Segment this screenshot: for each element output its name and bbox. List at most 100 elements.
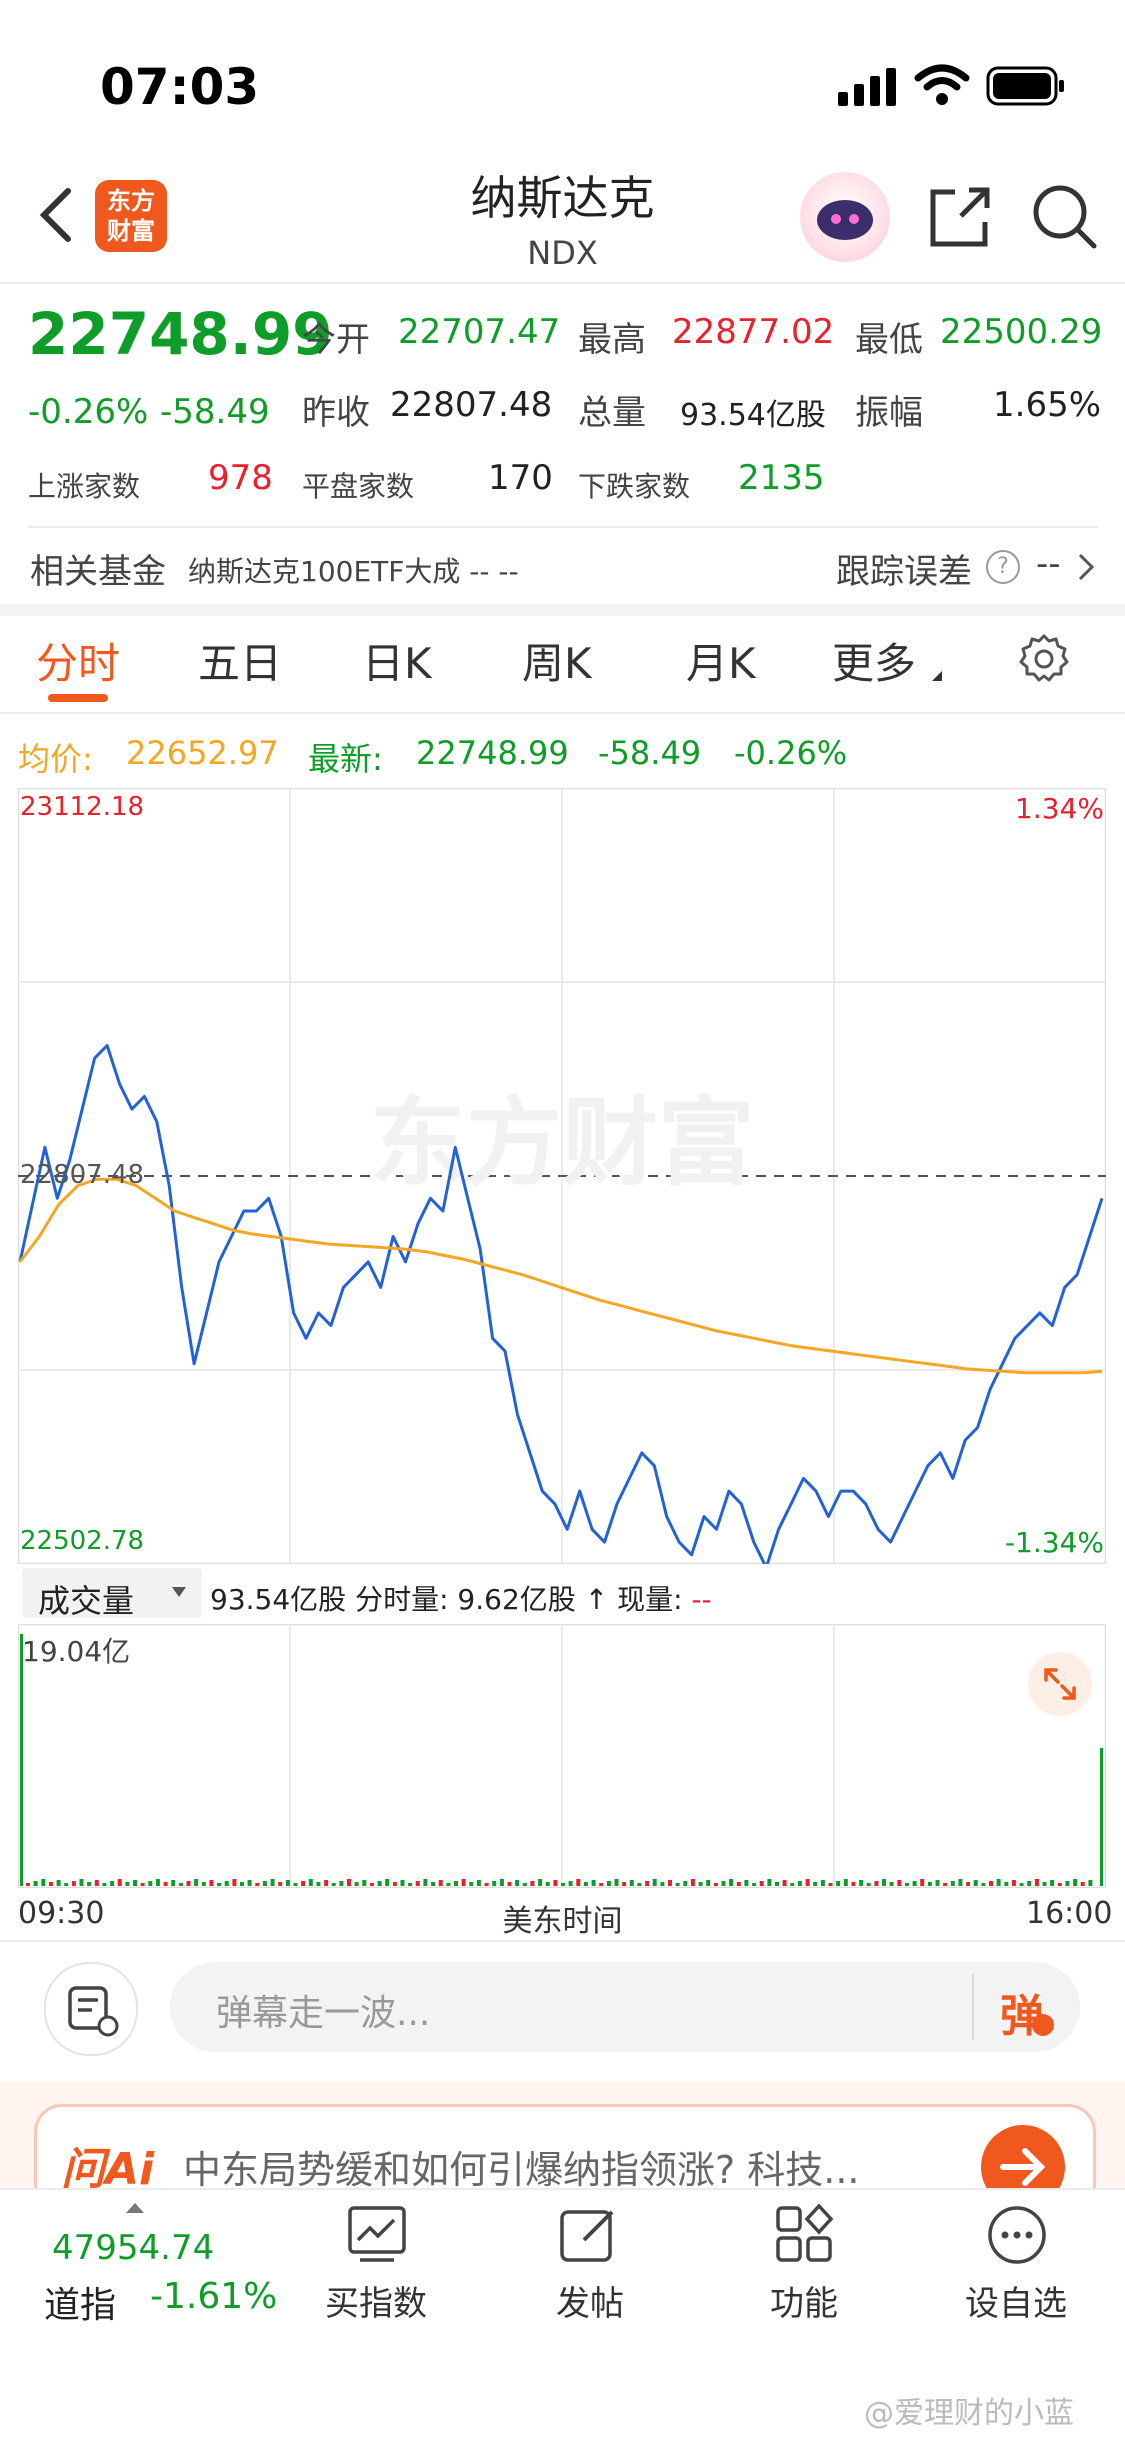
volume-bar	[293, 1883, 298, 1886]
volume-bar	[744, 1880, 749, 1886]
help-icon[interactable]: ?	[986, 550, 1020, 584]
volume-bar	[224, 1881, 229, 1886]
high-label: 最高	[578, 320, 646, 360]
volume-bar	[950, 1881, 955, 1886]
volume-bar	[33, 1881, 38, 1886]
volume-bar	[675, 1883, 680, 1886]
volume-bar	[133, 1880, 137, 1886]
fund-label: 相关基金	[30, 552, 166, 592]
volume-bar	[71, 1881, 76, 1886]
buy-index-label[interactable]: 买指数	[296, 2276, 456, 2325]
volume-bar	[87, 1882, 92, 1886]
volume-bar	[347, 1879, 351, 1886]
volume-bar	[262, 1881, 267, 1886]
volume-bar	[752, 1883, 757, 1886]
tab-more[interactable]: 更多	[832, 630, 916, 691]
check-badge-icon	[1032, 2014, 1054, 2036]
volume-bar	[240, 1882, 244, 1886]
volume-bar	[79, 1879, 84, 1886]
tab-daily-k[interactable]: 日K	[362, 630, 432, 691]
intraday-chart[interactable]: 东方财富 23112.18 22502.78 22807.48 1.34% -1…	[18, 788, 1106, 1564]
volume-bar	[415, 1881, 420, 1886]
volume-bar	[247, 1880, 252, 1886]
y-max-label: 23112.18	[20, 792, 145, 822]
open-value: 22707.47	[398, 312, 561, 352]
volume-bar	[232, 1879, 237, 1886]
tab-weekly-k[interactable]: 周K	[522, 630, 592, 691]
tab-intraday[interactable]: 分时	[36, 630, 120, 691]
share-icon[interactable]	[925, 182, 995, 256]
last-price-value: 22748.99	[416, 734, 569, 772]
volume-bar	[606, 1881, 611, 1886]
volume-bar	[64, 1883, 69, 1886]
related-fund-row[interactable]: 相关基金 纳斯达克100ETF大成 -- -- 跟踪误差 ? --	[0, 540, 1125, 592]
volume-bar	[316, 1882, 321, 1886]
volume-bar	[820, 1880, 825, 1886]
avg-price-line	[18, 1177, 1103, 1375]
volume-bar	[706, 1880, 711, 1886]
volume-bar	[469, 1882, 474, 1886]
volume-dropdown[interactable]: 成交量	[22, 1568, 202, 1620]
volume-bar	[561, 1883, 565, 1886]
avg-price-value: 22652.97	[126, 734, 279, 772]
volume-bar	[507, 1882, 512, 1886]
volume-bar	[41, 1879, 46, 1886]
price-chart-svg: 东方财富	[18, 788, 1106, 1564]
functions-label[interactable]: 功能	[724, 2276, 884, 2325]
wifi-icon	[914, 64, 970, 110]
post-icon[interactable]	[558, 2204, 620, 2270]
danmaku-input[interactable]: 弹幕走一波... 弹	[170, 1962, 1080, 2052]
volume-bar	[874, 1881, 879, 1886]
functions-icon[interactable]	[774, 2203, 836, 2270]
volume-bar	[26, 1883, 30, 1886]
volume-bar	[1065, 1881, 1070, 1886]
volume-bar	[1019, 1883, 1024, 1886]
volume-bar	[645, 1881, 650, 1886]
pct-min-label: -1.34%	[1004, 1526, 1104, 1559]
settings-gear-icon[interactable]	[1018, 632, 1070, 688]
volume-close-bar	[1100, 1748, 1103, 1886]
volume-chart[interactable]: 19.04亿	[18, 1624, 1106, 1888]
low-value: 22500.29	[940, 312, 1103, 352]
volume-bar	[996, 1879, 1001, 1886]
volume-value: 93.54亿股	[680, 398, 826, 433]
period-volume-value: 9.62亿股	[457, 1583, 576, 1616]
volume-bar	[538, 1879, 543, 1886]
dow-index-name: 道指	[44, 2285, 117, 2326]
caret-down-icon	[170, 1584, 188, 1603]
add-watchlist-label[interactable]: 设自选	[936, 2276, 1096, 2325]
up-arrow-icon: ↑	[584, 1583, 609, 1616]
volume-bar	[354, 1882, 359, 1886]
volume-bar	[989, 1881, 993, 1886]
expand-icon[interactable]	[1028, 1652, 1092, 1716]
post-label[interactable]: 发帖	[510, 2276, 670, 2325]
up-triangle-icon	[124, 2200, 146, 2219]
search-icon[interactable]	[1030, 182, 1100, 256]
robot-avatar-icon[interactable]	[800, 172, 890, 262]
tab-five-day[interactable]: 五日	[198, 630, 282, 691]
volume-bar	[912, 1881, 917, 1886]
volume-bar	[385, 1879, 390, 1886]
volume-bar	[889, 1882, 894, 1886]
volume-bar	[255, 1883, 260, 1886]
x-axis-label: 美东时间	[502, 1904, 623, 1939]
more-icon[interactable]	[986, 2204, 1048, 2270]
tracking-label: 跟踪误差	[836, 552, 972, 592]
volume-bar	[866, 1883, 871, 1886]
volume-bar	[163, 1882, 168, 1886]
volume-bar	[499, 1879, 504, 1886]
volume-bar	[331, 1883, 336, 1886]
volume-bar	[339, 1881, 344, 1886]
volume-bar	[920, 1879, 925, 1886]
status-time: 07:03	[100, 58, 260, 116]
volume-bar	[400, 1880, 405, 1886]
tab-active-indicator	[48, 694, 108, 702]
volume-bar	[805, 1879, 810, 1886]
tab-monthly-k[interactable]: 月K	[686, 630, 756, 691]
volume-bar	[102, 1883, 107, 1886]
chevron-right-icon	[1076, 552, 1096, 586]
volume-bar	[897, 1880, 902, 1886]
period-volume-label: 分时量:	[355, 1583, 449, 1616]
danmaku-settings-button[interactable]	[44, 1962, 138, 2056]
buy-index-icon[interactable]	[346, 2204, 408, 2270]
